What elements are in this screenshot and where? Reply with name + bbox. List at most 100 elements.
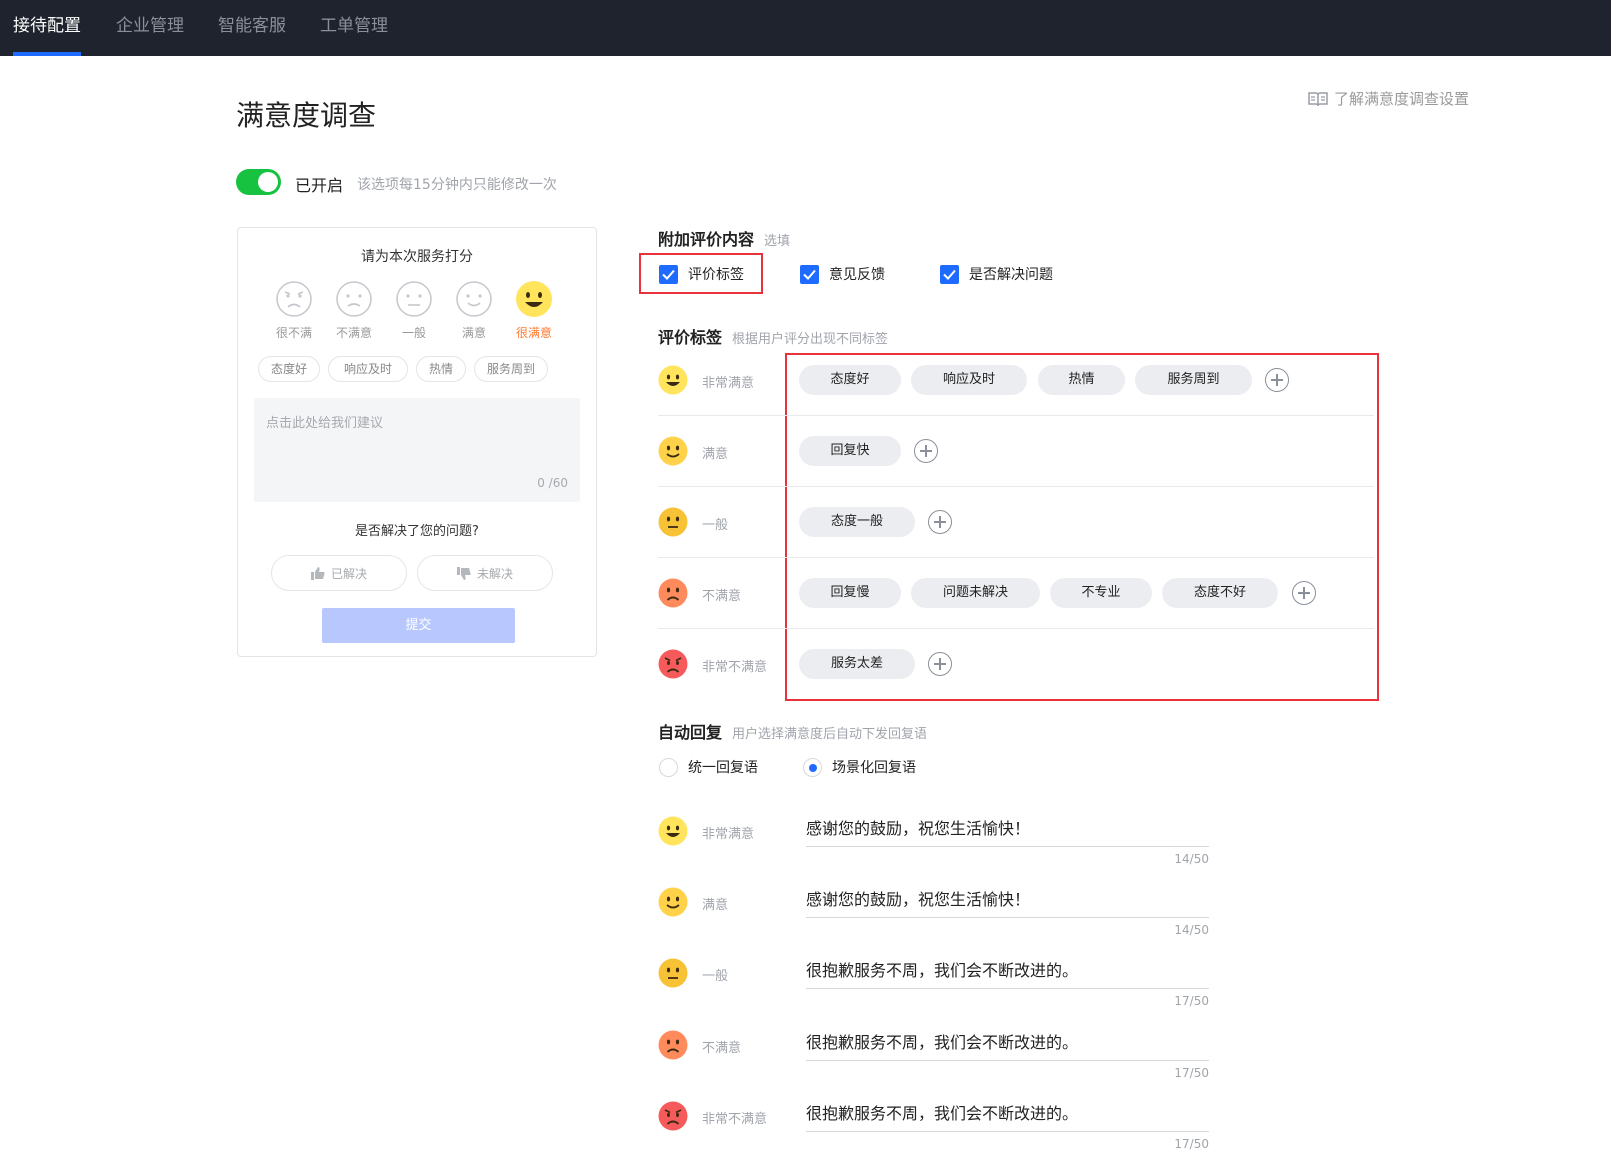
face-neutral-icon: [658, 507, 688, 537]
face-label-very-satisfied: 很满意: [515, 326, 552, 340]
suggestion-textarea[interactable]: 点击此处给我们建议 0 /60: [254, 398, 580, 502]
rating-tag[interactable]: 问题未解决: [911, 578, 1040, 608]
face-satisfied-icon: [658, 436, 688, 466]
rating-tag[interactable]: 态度一般: [799, 507, 915, 537]
add-tag-plus-icon[interactable]: [928, 652, 952, 676]
reply-char-count: 17/50: [1174, 1066, 1209, 1080]
face-very-satisfied-selected-icon[interactable]: [515, 280, 553, 322]
level-label: 非常满意: [702, 376, 755, 391]
resolved-button[interactable]: 已解决: [271, 555, 407, 591]
nav-tab-enterprise-management[interactable]: 企业管理: [116, 0, 184, 56]
face-label-satisfied: 满意: [461, 326, 486, 340]
help-link[interactable]: 了解满意度调查设置: [1308, 88, 1469, 109]
reply-char-count: 17/50: [1174, 994, 1209, 1008]
rating-tag[interactable]: 服务周到: [1135, 365, 1252, 395]
checkbox-label: 评价标签: [688, 267, 744, 283]
nav-tab-smart-service[interactable]: 智能客服: [218, 0, 286, 56]
survey-enable-toggle[interactable]: [236, 169, 281, 195]
reply-text-input[interactable]: 很抱歉服务不周，我们会不断改进的。: [806, 1099, 1209, 1132]
radio-selected-icon: [803, 757, 822, 777]
suggestion-placeholder: 点击此处给我们建议: [266, 416, 384, 431]
face-very-dissatisfied-icon: [658, 1101, 688, 1131]
preview-tag[interactable]: 响应及时: [328, 356, 408, 382]
additional-content-title: 附加评价内容: [658, 230, 755, 249]
level-label: 不满意: [702, 1041, 742, 1056]
reply-text-input[interactable]: 感谢您的鼓励，祝您生活愉快！: [806, 814, 1209, 847]
preview-title: 请为本次服务打分: [361, 249, 473, 265]
add-tag-plus-icon[interactable]: [1292, 581, 1316, 605]
level-label: 非常不满意: [702, 1112, 768, 1127]
rating-tag[interactable]: 服务太差: [799, 649, 915, 679]
reply-char-count: 14/50: [1174, 923, 1209, 937]
face-dissatisfied-icon: [658, 1030, 688, 1060]
survey-preview-card: 请为本次服务打分 很不满 不满意 一般 满意 很满意 态度好 响应及时 热情 服…: [237, 227, 597, 657]
suggestion-char-count: 0 /60: [537, 476, 568, 490]
submit-button[interactable]: 提交: [322, 608, 515, 643]
radio-unselected-icon: [659, 757, 678, 777]
rating-tag[interactable]: 回复快: [799, 436, 901, 466]
add-tag-plus-icon[interactable]: [928, 510, 952, 534]
toggle-status-label: 已开启: [295, 176, 344, 195]
thumbs-up-icon: [310, 566, 325, 580]
rating-tag[interactable]: 回复慢: [799, 578, 901, 608]
row-divider: [658, 557, 1374, 558]
checkbox-rating-tags[interactable]: 评价标签: [659, 264, 744, 284]
checkbox-label: 意见反馈: [829, 267, 885, 283]
face-neutral-outline-icon[interactable]: [395, 280, 433, 322]
level-label: 非常不满意: [702, 660, 768, 675]
checkbox-feedback[interactable]: 意见反馈: [800, 264, 885, 284]
face-satisfied-outline-icon[interactable]: [455, 280, 493, 322]
level-label: 一般: [702, 518, 729, 533]
nav-tab-reception-config[interactable]: 接待配置: [13, 0, 81, 56]
row-divider: [658, 415, 1374, 416]
face-label-dissatisfied: 不满意: [335, 326, 372, 340]
resolved-button-label: 已解决: [330, 566, 367, 581]
toggle-knob: [258, 172, 278, 192]
face-neutral-icon: [658, 958, 688, 988]
face-dissatisfied-icon: [658, 578, 688, 608]
additional-content-hint: 选填: [764, 234, 791, 249]
radio-scenario-reply[interactable]: 场景化回复语: [803, 757, 916, 777]
face-very-satisfied-icon: [658, 365, 688, 395]
rating-tag[interactable]: 响应及时: [911, 365, 1027, 395]
face-dissatisfied-outline-icon[interactable]: [335, 280, 373, 322]
face-label-very-dissatisfied: 很不满: [275, 326, 312, 340]
toggle-hint: 该选项每15分钟内只能修改一次: [357, 177, 557, 193]
preview-tag[interactable]: 热情: [416, 356, 466, 382]
checkbox-problem-resolved[interactable]: 是否解决问题: [940, 264, 1053, 284]
level-label: 不满意: [702, 589, 742, 604]
preview-tag[interactable]: 服务周到: [474, 356, 548, 382]
add-tag-plus-icon[interactable]: [914, 439, 938, 463]
rating-tag[interactable]: 态度不好: [1162, 578, 1278, 608]
add-tag-plus-icon[interactable]: [1265, 368, 1289, 392]
reply-text-input[interactable]: 很抱歉服务不周，我们会不断改进的。: [806, 956, 1209, 989]
face-very-dissatisfied-icon: [658, 649, 688, 679]
reply-text-input[interactable]: 很抱歉服务不周，我们会不断改进的。: [806, 1028, 1209, 1061]
rating-tag[interactable]: 热情: [1038, 365, 1125, 395]
rating-tag[interactable]: 不专业: [1050, 578, 1152, 608]
reply-char-count: 17/50: [1174, 1137, 1209, 1151]
unresolved-button-label: 未解决: [476, 566, 513, 581]
rating-tag[interactable]: 态度好: [799, 365, 901, 395]
face-very-satisfied-icon: [658, 816, 688, 846]
thumbs-down-icon: [456, 566, 471, 580]
checkbox-label: 是否解决问题: [969, 267, 1053, 283]
nav-tab-ticket-management[interactable]: 工单管理: [320, 0, 388, 56]
book-icon: [1308, 91, 1328, 107]
row-divider: [658, 486, 1374, 487]
unresolved-button[interactable]: 未解决: [417, 555, 553, 591]
radio-label: 统一回复语: [688, 760, 758, 776]
level-label: 非常满意: [702, 827, 755, 842]
face-label-neutral: 一般: [401, 326, 426, 340]
radio-label: 场景化回复语: [832, 760, 916, 776]
reply-text-input[interactable]: 感谢您的鼓励，祝您生活愉快！: [806, 885, 1209, 918]
checkbox-checked-icon: [659, 264, 678, 284]
checkbox-checked-icon: [800, 264, 819, 284]
face-very-dissatisfied-outline-icon[interactable]: [275, 280, 313, 322]
row-divider: [658, 628, 1374, 629]
checkbox-checked-icon: [940, 264, 959, 284]
help-link-label: 了解满意度调查设置: [1334, 90, 1470, 108]
reply-char-count: 14/50: [1174, 852, 1209, 866]
radio-unified-reply[interactable]: 统一回复语: [659, 757, 758, 777]
preview-tag[interactable]: 态度好: [258, 356, 320, 382]
